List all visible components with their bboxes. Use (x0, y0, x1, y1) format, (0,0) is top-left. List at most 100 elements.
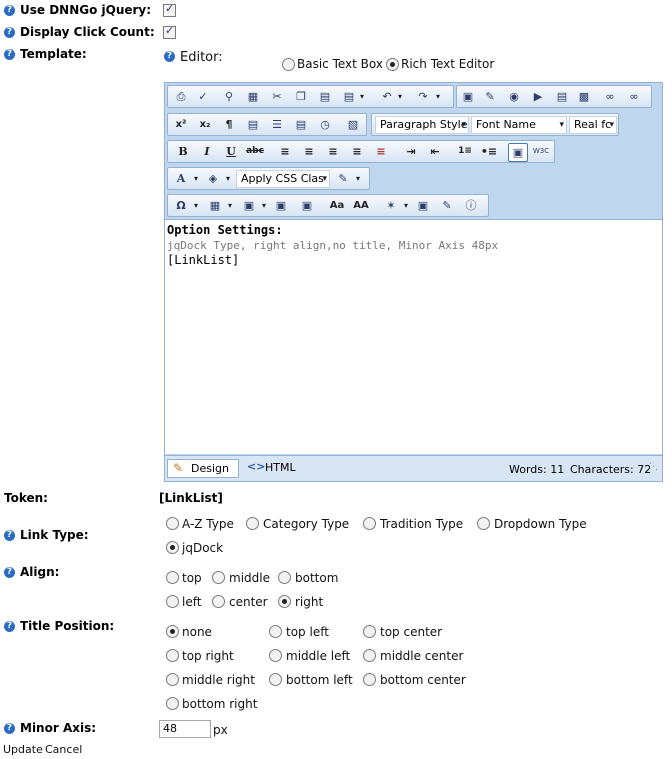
copy-icon[interactable]: ❐ (292, 88, 310, 105)
radio-title-top-left[interactable] (269, 625, 282, 638)
module-manager-icon[interactable]: ✶ (382, 197, 400, 214)
page-properties-icon[interactable]: ✎ (438, 197, 456, 214)
radio-link-tradition[interactable] (363, 517, 376, 530)
resize-grip-icon[interactable]: ⋱ (649, 462, 658, 472)
update-link[interactable]: Update (3, 743, 43, 756)
fore-color-icon[interactable]: A (172, 170, 190, 187)
align-left-icon[interactable]: ≡ (276, 143, 294, 160)
image-map-icon[interactable]: ▣ (298, 197, 316, 214)
radio-align-right[interactable] (278, 595, 291, 608)
back-color-icon[interactable]: ◈ (204, 170, 222, 187)
underline-icon[interactable]: U (222, 143, 240, 160)
chevron-down-icon[interactable]: ▾ (192, 197, 200, 214)
radio-title-middle-center[interactable] (363, 649, 376, 662)
redo-icon[interactable]: ↷ (414, 88, 432, 105)
use-jquery-checkbox[interactable] (163, 2, 176, 17)
chevron-down-icon[interactable]: ▾ (260, 197, 268, 214)
radio-align-left[interactable] (166, 595, 179, 608)
paragraph-icon[interactable]: ¶ (220, 116, 238, 133)
tab-html[interactable]: <> HTML (245, 459, 305, 478)
help-icon[interactable]: ? (4, 567, 15, 578)
help-icon[interactable]: ? (4, 5, 15, 16)
radio-title-middle-left[interactable] (269, 649, 282, 662)
insert-date-icon[interactable]: ▤ (292, 116, 310, 133)
hr-icon[interactable]: ☰ (268, 116, 286, 133)
toggle-border-icon[interactable]: ▣ (508, 143, 528, 162)
superscript-icon[interactable]: x² (172, 116, 190, 133)
radio-link-dropdown[interactable] (477, 517, 490, 530)
omega-icon[interactable]: Ω (172, 197, 190, 214)
help-icon[interactable]: ? (4, 723, 15, 734)
radio-basic-text-box[interactable] (282, 58, 295, 71)
chevron-down-icon[interactable]: ▾ (402, 197, 410, 214)
minor-axis-input[interactable]: 48 (159, 720, 211, 738)
radio-align-top[interactable] (166, 571, 179, 584)
print-icon[interactable]: ⎙ (172, 88, 190, 105)
unlink-icon[interactable]: ∞ (625, 88, 643, 105)
find-icon[interactable]: ⚲ (220, 88, 238, 105)
radio-link-jqdock[interactable] (166, 541, 179, 554)
radio-rich-text-editor[interactable] (386, 58, 399, 71)
remove-alignment-icon[interactable]: ≡ (372, 143, 390, 160)
paragraph-style-dropdown[interactable]: Paragraph Style (375, 116, 469, 134)
media-manager-icon[interactable]: ▶ (529, 88, 547, 105)
undo-icon[interactable]: ↶ (378, 88, 396, 105)
format-icon[interactable]: ▤ (244, 116, 262, 133)
chevron-down-icon[interactable]: ▾ (192, 170, 200, 187)
help-icon[interactable]: ? (4, 621, 15, 632)
font-name-dropdown[interactable]: Font Name (471, 116, 567, 134)
spellcheck-icon[interactable]: ✓ (194, 88, 212, 105)
image-properties-icon[interactable]: ▣ (272, 197, 290, 214)
table-icon[interactable]: ▦ (206, 197, 224, 214)
paste-options-icon[interactable]: ▤ (340, 88, 358, 105)
link-icon[interactable]: ∞ (601, 88, 619, 105)
flash-manager-icon[interactable]: ◉ (505, 88, 523, 105)
justify-icon[interactable]: ≡ (348, 143, 366, 160)
editor-content-area[interactable]: Option Settings: jqDock Type, right alig… (165, 219, 662, 454)
strikethrough-icon[interactable]: abc (246, 143, 264, 160)
convert-lower-icon[interactable]: Aa (328, 197, 346, 214)
indent-icon[interactable]: ⇥ (402, 143, 420, 160)
italic-icon[interactable]: I (198, 143, 216, 160)
convert-upper-icon[interactable]: AA (352, 197, 370, 214)
radio-link-az[interactable] (166, 517, 179, 530)
outdent-icon[interactable]: ⇤ (426, 143, 444, 160)
radio-title-bottom-left[interactable] (269, 673, 282, 686)
help-icon[interactable]: ? (4, 530, 15, 541)
chevron-down-icon[interactable]: ▾ (224, 170, 232, 187)
clock-icon[interactable]: ◷ (316, 116, 334, 133)
subscript-icon[interactable]: x₂ (196, 116, 214, 133)
radio-align-bottom[interactable] (278, 571, 291, 584)
template-manager-icon[interactable]: ▤ (553, 88, 571, 105)
radio-align-center[interactable] (212, 595, 225, 608)
help-icon[interactable]: ? (4, 49, 15, 60)
radio-title-bottom-right[interactable] (166, 697, 179, 710)
document-manager-icon[interactable]: ✎ (481, 88, 499, 105)
radio-title-middle-right[interactable] (166, 673, 179, 686)
numbered-list-icon[interactable]: 1≡ (456, 143, 474, 160)
chevron-down-icon[interactable]: ▾ (434, 88, 442, 105)
cut-icon[interactable]: ✂ (268, 88, 286, 105)
radio-title-top-right[interactable] (166, 649, 179, 662)
chevron-down-icon[interactable]: ▾ (358, 88, 366, 105)
align-center-icon[interactable]: ≡ (300, 143, 318, 160)
help-icon[interactable]: ? (4, 27, 15, 38)
chevron-down-icon[interactable]: ▾ (396, 88, 404, 105)
bulleted-list-icon[interactable]: •≡ (480, 143, 498, 160)
real-font-dropdown[interactable]: Real fc (569, 116, 617, 134)
image-manager-icon[interactable]: ▣ (459, 88, 477, 105)
radio-align-middle[interactable] (212, 571, 225, 584)
save-icon[interactable]: ▩ (575, 88, 593, 105)
chevron-down-icon[interactable]: ▾ (354, 170, 362, 187)
snippet-icon[interactable]: ▣ (240, 197, 258, 214)
display-click-count-checkbox[interactable] (163, 24, 176, 39)
paste-icon[interactable]: ▤ (316, 88, 334, 105)
radio-title-bottom-center[interactable] (363, 673, 376, 686)
radio-title-top-center[interactable] (363, 625, 376, 638)
chevron-down-icon[interactable]: ▾ (226, 197, 234, 214)
format-stripper-icon[interactable]: ▧ (344, 116, 362, 133)
help-icon[interactable]: ? (164, 51, 175, 62)
format-painter-icon[interactable]: ✎ (334, 170, 352, 187)
tab-design[interactable]: ✎ Design (167, 459, 239, 478)
select-all-icon[interactable]: ▦ (244, 88, 262, 105)
